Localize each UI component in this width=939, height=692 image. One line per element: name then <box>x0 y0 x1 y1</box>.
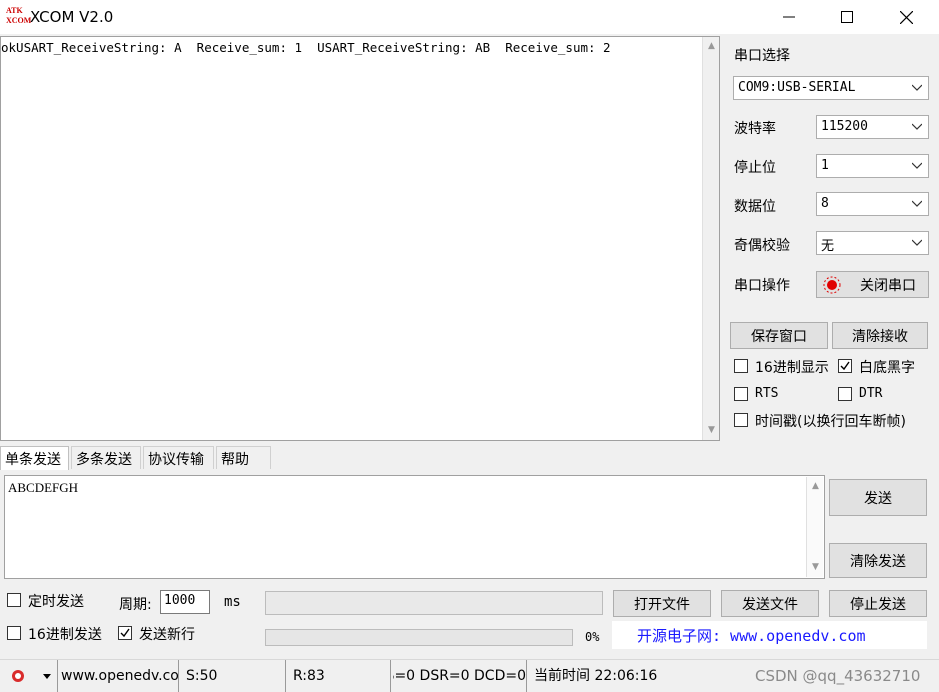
status-signals-text: CTS=0 DSR=0 DCD=0 <box>393 668 526 684</box>
promo-banner[interactable]: 开源电子网: www.openedv.com <box>612 621 927 649</box>
parity-label: 奇偶校验 <box>734 238 790 254</box>
status-url[interactable]: www.openedv.com <box>58 660 179 692</box>
period-label: 周期: <box>119 597 152 613</box>
receive-text: okUSART_ReceiveString: A Receive_sum: 1 … <box>1 40 611 55</box>
operation-label: 串口操作 <box>734 278 790 294</box>
port-select-title: 串口选择 <box>734 48 790 64</box>
chevron-down-icon <box>912 84 922 91</box>
checkmark-icon <box>840 361 850 371</box>
send-button[interactable]: 发送 <box>829 479 927 516</box>
tab-help[interactable]: 帮助 <box>216 446 271 469</box>
rts-label: RTS <box>755 386 779 401</box>
clear-receive-button[interactable]: 清除接收 <box>832 322 928 349</box>
send-progress-bar <box>265 629 573 646</box>
timed-send-checkbox[interactable] <box>7 593 21 607</box>
status-bar: www.openedv.com S:50 R:83 CTS=0 DSR=0 DC… <box>0 659 939 692</box>
status-menu[interactable] <box>0 660 58 692</box>
timed-send-label: 定时发送 <box>28 594 84 610</box>
chevron-down-icon <box>912 162 922 169</box>
send-scrollbar[interactable]: ▲ ▼ <box>806 477 823 577</box>
tab-multi-send[interactable]: 多条发送 <box>71 446 141 469</box>
close-port-button[interactable]: 关闭串口 <box>816 271 929 298</box>
send-area[interactable]: ABCDEFGH ▲ ▼ <box>4 475 825 579</box>
settings-icon <box>12 670 51 682</box>
status-received: R:83 <box>290 660 391 692</box>
clear-send-button[interactable]: 清除发送 <box>829 543 927 578</box>
minimize-button[interactable] <box>760 0 818 34</box>
scroll-down-icon[interactable]: ▼ <box>810 562 821 573</box>
send-newline-label: 发送新行 <box>139 627 195 643</box>
status-sent: S:50 <box>183 660 286 692</box>
maximize-icon <box>841 11 853 23</box>
databits-select[interactable]: 8 <box>816 192 929 216</box>
promo-text: 开源电子网: www.openedv.com <box>637 627 866 645</box>
databits-label: 数据位 <box>734 199 776 215</box>
status-light-icon <box>823 276 841 293</box>
window-title: XCOM V2.0 <box>30 8 114 26</box>
databits-value: 8 <box>821 196 829 211</box>
scroll-up-icon[interactable]: ▲ <box>706 41 717 52</box>
send-file-button[interactable]: 发送文件 <box>721 590 819 617</box>
hex-send-label: 16进制发送 <box>28 627 102 643</box>
baud-value: 115200 <box>821 119 868 134</box>
save-window-button[interactable]: 保存窗口 <box>730 322 828 349</box>
receive-area[interactable]: okUSART_ReceiveString: A Receive_sum: 1 … <box>0 36 720 441</box>
app-logo: ATK XCOM <box>6 6 32 28</box>
baud-select[interactable]: 115200 <box>816 115 929 139</box>
minimize-icon <box>783 16 795 18</box>
white-bg-checkbox[interactable] <box>838 359 852 373</box>
watermark: CSDN @qq_43632710 <box>755 667 921 685</box>
tab-protocol[interactable]: 协议传输 <box>143 446 214 469</box>
file-path-field[interactable] <box>265 591 603 615</box>
period-input[interactable]: 1000 <box>160 590 210 614</box>
white-bg-label: 白底黑字 <box>859 360 915 376</box>
period-unit: ms <box>224 594 241 610</box>
scroll-down-icon[interactable]: ▼ <box>706 425 717 436</box>
close-port-label: 关闭串口 <box>860 277 916 294</box>
chevron-down-icon <box>912 239 922 246</box>
logo-text-top: ATK <box>6 6 23 15</box>
dtr-label: DTR <box>859 386 883 401</box>
chevron-down-icon <box>912 123 922 130</box>
chevron-down-icon <box>912 200 922 207</box>
stopbits-value: 1 <box>821 158 829 173</box>
checkmark-icon <box>120 628 130 638</box>
open-file-button[interactable]: 打开文件 <box>613 590 711 617</box>
hex-display-checkbox[interactable] <box>734 359 748 373</box>
title-bar: ATK XCOM XCOM V2.0 <box>0 0 939 34</box>
port-select[interactable]: COM9:USB-SERIAL <box>733 76 929 100</box>
timestamp-label: 时间戳(以换行回车断帧) <box>755 414 906 430</box>
maximize-button[interactable] <box>818 0 876 34</box>
scroll-up-icon[interactable]: ▲ <box>810 481 821 492</box>
timestamp-checkbox[interactable] <box>734 413 748 427</box>
progress-text: 0% <box>585 630 600 644</box>
hex-send-checkbox[interactable] <box>7 626 21 640</box>
send-newline-checkbox[interactable] <box>118 626 132 640</box>
rts-checkbox[interactable] <box>734 387 748 401</box>
hex-display-label: 16进制显示 <box>755 360 829 376</box>
dtr-checkbox[interactable] <box>838 387 852 401</box>
parity-value: 无 <box>821 239 835 254</box>
parity-select[interactable]: 无 <box>816 231 929 255</box>
receive-scrollbar[interactable]: ▲ ▼ <box>702 37 719 440</box>
baud-label: 波特率 <box>734 121 776 137</box>
send-text: ABCDEFGH <box>8 480 79 495</box>
port-select-value: COM9:USB-SERIAL <box>738 80 856 95</box>
close-icon <box>899 10 913 24</box>
stopbits-label: 停止位 <box>734 160 776 176</box>
stop-send-button[interactable]: 停止发送 <box>829 590 927 617</box>
status-signals: CTS=0 DSR=0 DCD=0 <box>393 660 527 692</box>
status-time: 当前时间 22:06:16 <box>534 668 658 684</box>
stopbits-select[interactable]: 1 <box>816 154 929 178</box>
close-button[interactable] <box>877 0 935 34</box>
logo-text-bottom: XCOM <box>6 16 32 25</box>
tab-single-send[interactable]: 单条发送 <box>0 446 69 470</box>
